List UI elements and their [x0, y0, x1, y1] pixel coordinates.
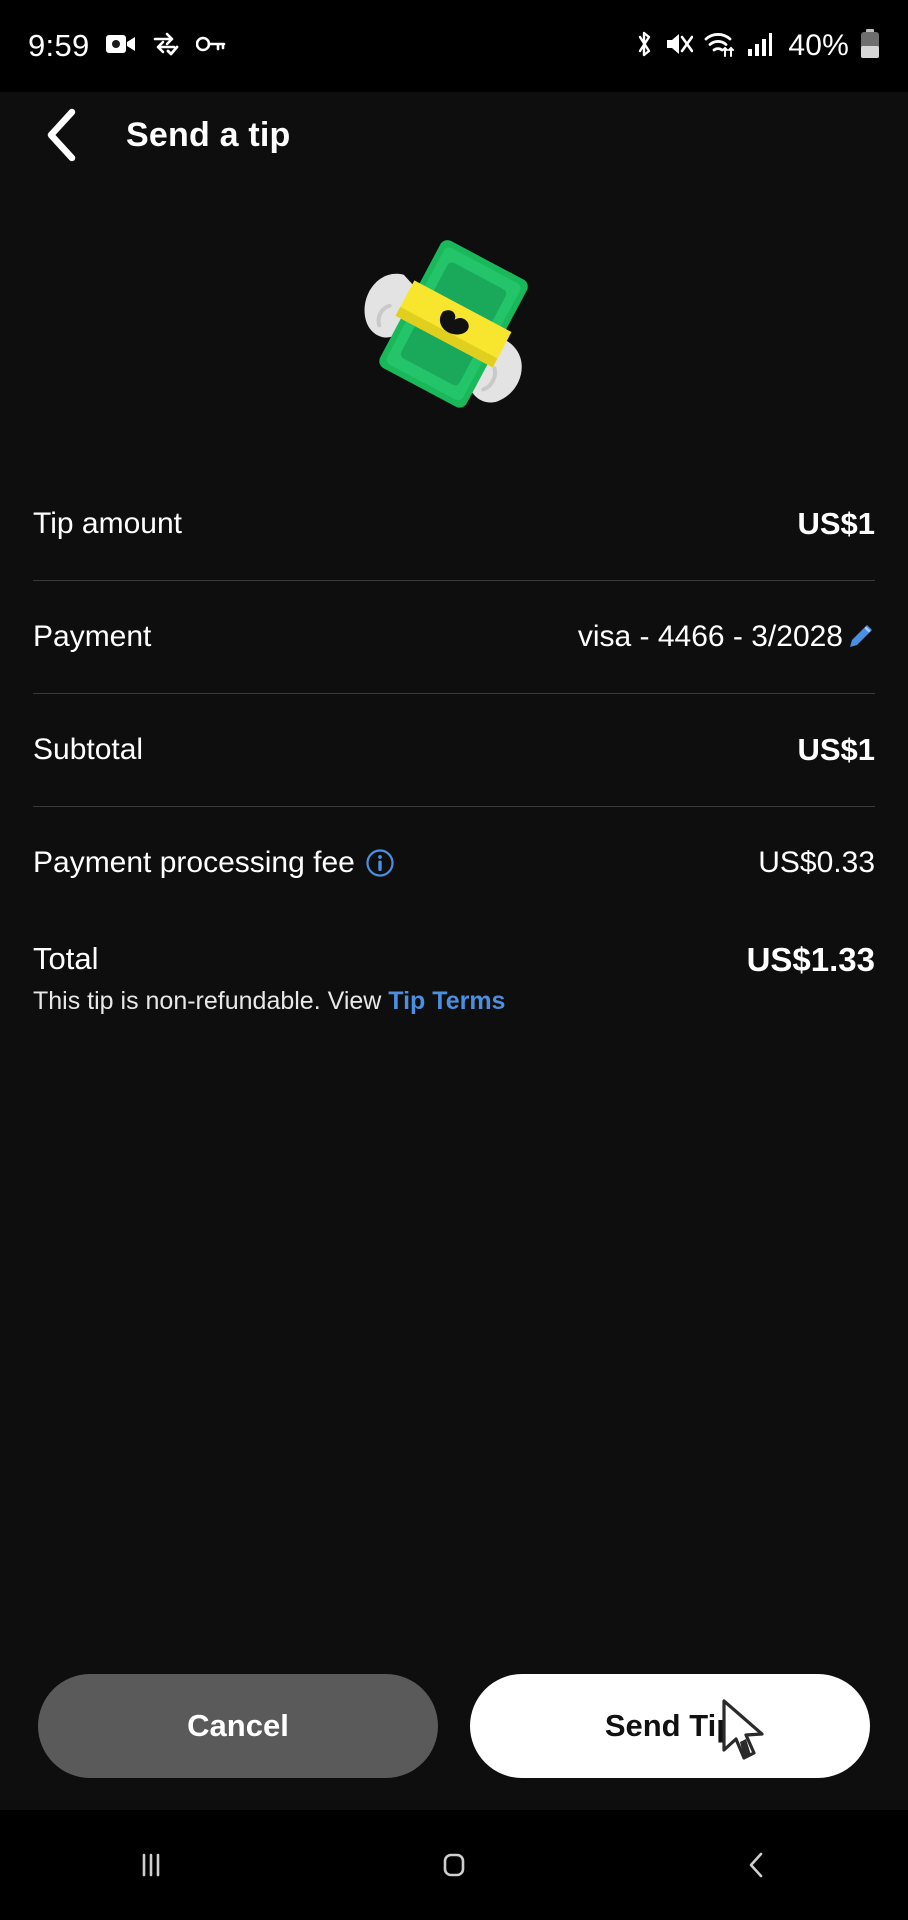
money-with-wings-illustration [0, 178, 908, 468]
cancel-button[interactable]: Cancel [38, 1674, 438, 1778]
android-nav-bar [0, 1810, 908, 1920]
video-camera-icon [105, 33, 136, 60]
page-title: Send a tip [126, 115, 291, 154]
money-with-wings-emoji [364, 240, 528, 408]
status-bar-left: 9:59 [28, 28, 226, 64]
row-label: Subtotal [33, 733, 144, 766]
home-icon[interactable] [394, 1810, 514, 1920]
row-label: Payment [33, 620, 152, 653]
phone-screen: 9:59 40% Send a tip Tip amount US$1 Paym… [0, 0, 908, 1920]
cellular-signal-icon [747, 31, 773, 62]
total-block: Total US$1.33 This tip is non-refundable… [33, 919, 875, 1016]
row-value: US$0.33 [758, 846, 875, 879]
row-label-text: Payment processing fee [33, 846, 355, 879]
row-subtotal: Subtotal US$1 [33, 694, 875, 806]
total-note-text: This tip is non-refundable. View [33, 987, 389, 1015]
battery-icon [860, 28, 880, 64]
back-icon[interactable] [697, 1810, 817, 1920]
data-sync-check-icon [152, 32, 180, 61]
vpn-key-icon [195, 36, 226, 57]
row-processing-fee: Payment processing fee US$0.33 [33, 807, 875, 919]
sound-muted-icon [665, 31, 694, 62]
battery-percent: 40% [788, 29, 849, 62]
summary-list: Tip amount US$1 Payment visa - 4466 - 3/… [0, 468, 908, 1016]
edit-pencil-icon[interactable] [845, 622, 875, 652]
wifi-icon [704, 31, 736, 62]
back-chevron-icon[interactable] [36, 108, 88, 162]
total-label: Total [33, 941, 99, 976]
total-line: Total US$1.33 [33, 941, 875, 979]
status-bar: 9:59 40% [0, 0, 908, 92]
status-bar-right: 40% [634, 28, 880, 64]
action-bar: Cancel Send Tip [0, 1674, 908, 1778]
clock: 9:59 [28, 28, 90, 63]
total-note: This tip is non-refundable. View Tip Ter… [33, 987, 875, 1016]
bluetooth-icon [634, 30, 654, 63]
row-label: Tip amount [33, 507, 182, 540]
info-circle-icon[interactable] [365, 848, 395, 878]
total-value: US$1.33 [746, 941, 875, 978]
app-header: Send a tip [0, 92, 908, 178]
recents-icon[interactable] [91, 1810, 211, 1920]
row-value: US$1 [797, 732, 875, 767]
row-value: US$1 [797, 506, 875, 541]
row-value: visa - 4466 - 3/2028 [577, 620, 843, 653]
send-tip-button[interactable]: Send Tip [470, 1674, 870, 1778]
row-label: Payment processing fee [33, 846, 758, 880]
row-payment[interactable]: Payment visa - 4466 - 3/2028 [33, 581, 875, 693]
row-tip-amount: Tip amount US$1 [33, 468, 875, 580]
tip-terms-link[interactable]: Tip Terms [388, 987, 505, 1015]
